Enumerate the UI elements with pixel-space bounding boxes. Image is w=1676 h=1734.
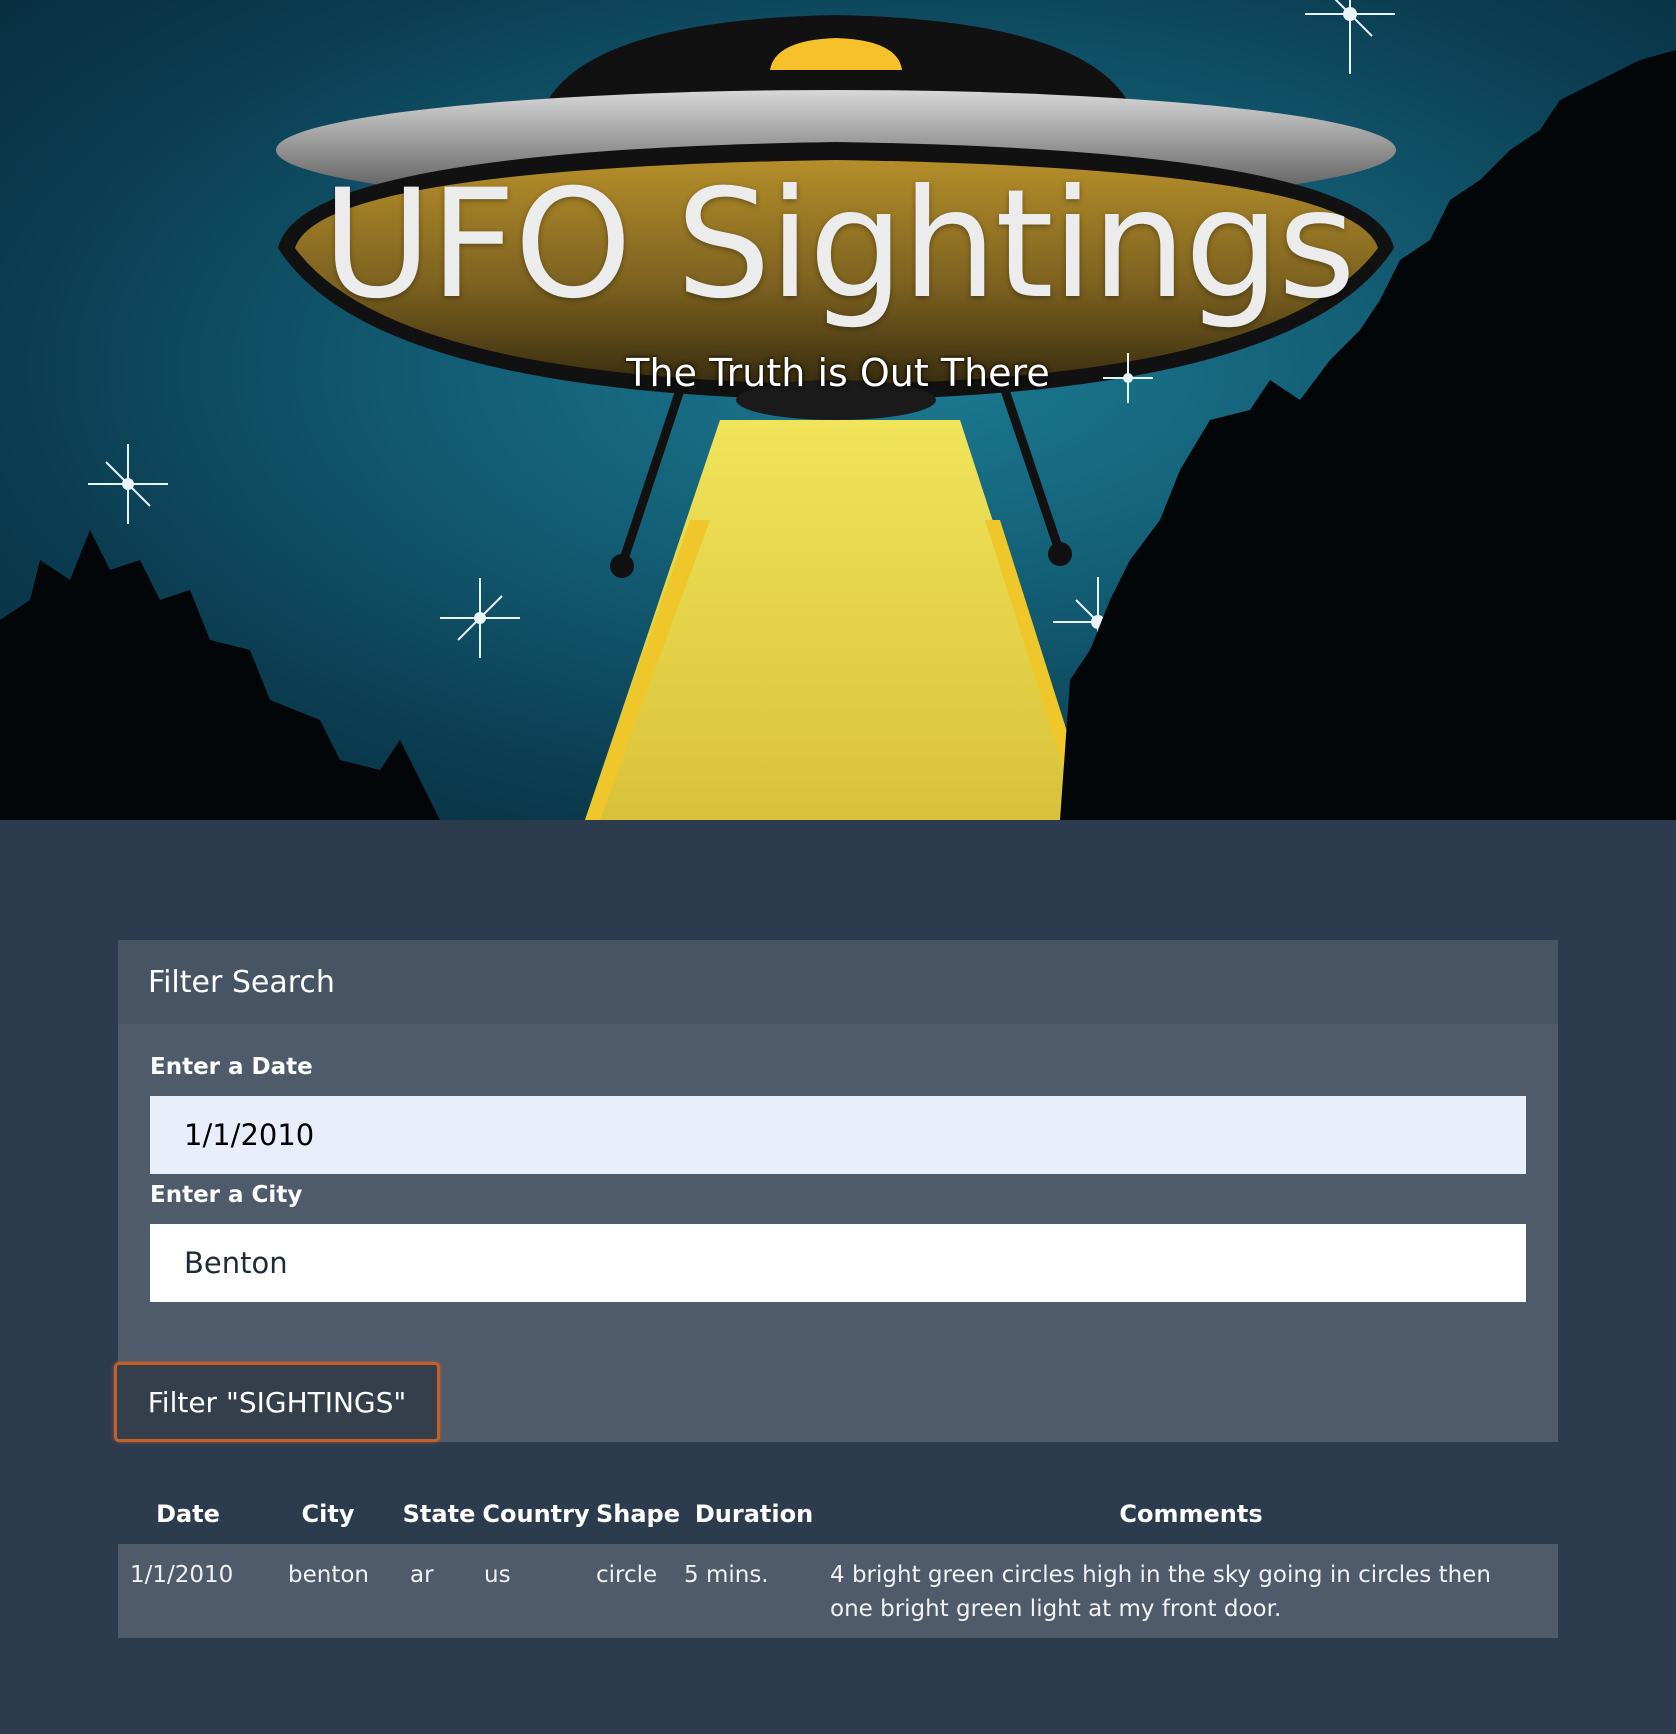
cell-state: ar	[410, 1562, 434, 1588]
cell-city: benton	[288, 1562, 369, 1588]
cell-comments: 4 bright green circles high in the sky g…	[830, 1562, 1491, 1622]
cell-duration: 5 mins.	[684, 1562, 769, 1588]
page-title: UFO Sightings	[322, 158, 1356, 332]
column-header-comments: Comments	[1119, 1500, 1263, 1528]
filter-panel-title: Filter Search	[148, 964, 335, 1000]
ufo-illustration	[0, 0, 1676, 820]
table-header-row: Date City State Country Shape Duration C…	[118, 1484, 1558, 1544]
filter-sightings-button[interactable]: Filter "SIGHTINGS"	[114, 1362, 440, 1442]
cell-date: 1/1/2010	[130, 1562, 234, 1588]
column-header-shape: Shape	[595, 1500, 681, 1528]
column-header-date: Date	[156, 1500, 220, 1528]
date-label: Enter a Date	[150, 1054, 313, 1080]
sightings-table: Date City State Country Shape Duration C…	[118, 1484, 1558, 1638]
filter-panel-header: Filter Search	[118, 940, 1558, 1024]
column-header-state: State	[402, 1500, 476, 1528]
city-input[interactable]	[150, 1224, 1526, 1302]
city-label: Enter a City	[150, 1182, 303, 1208]
page-subtitle: The Truth is Out There	[626, 351, 1050, 395]
column-header-country: Country	[482, 1500, 590, 1528]
column-header-city: City	[301, 1500, 355, 1528]
column-header-duration: Duration	[694, 1500, 814, 1528]
date-input[interactable]	[150, 1096, 1526, 1174]
cell-shape: circle	[596, 1562, 658, 1588]
cell-country: us	[484, 1562, 511, 1588]
filter-panel: Filter Search Enter a Date Enter a City …	[114, 940, 1558, 1442]
table-row: 1/1/2010 benton ar us circle 5 mins. 4 b…	[118, 1544, 1558, 1638]
hero-banner: UFO Sightings The Truth is Out There	[0, 0, 1676, 820]
